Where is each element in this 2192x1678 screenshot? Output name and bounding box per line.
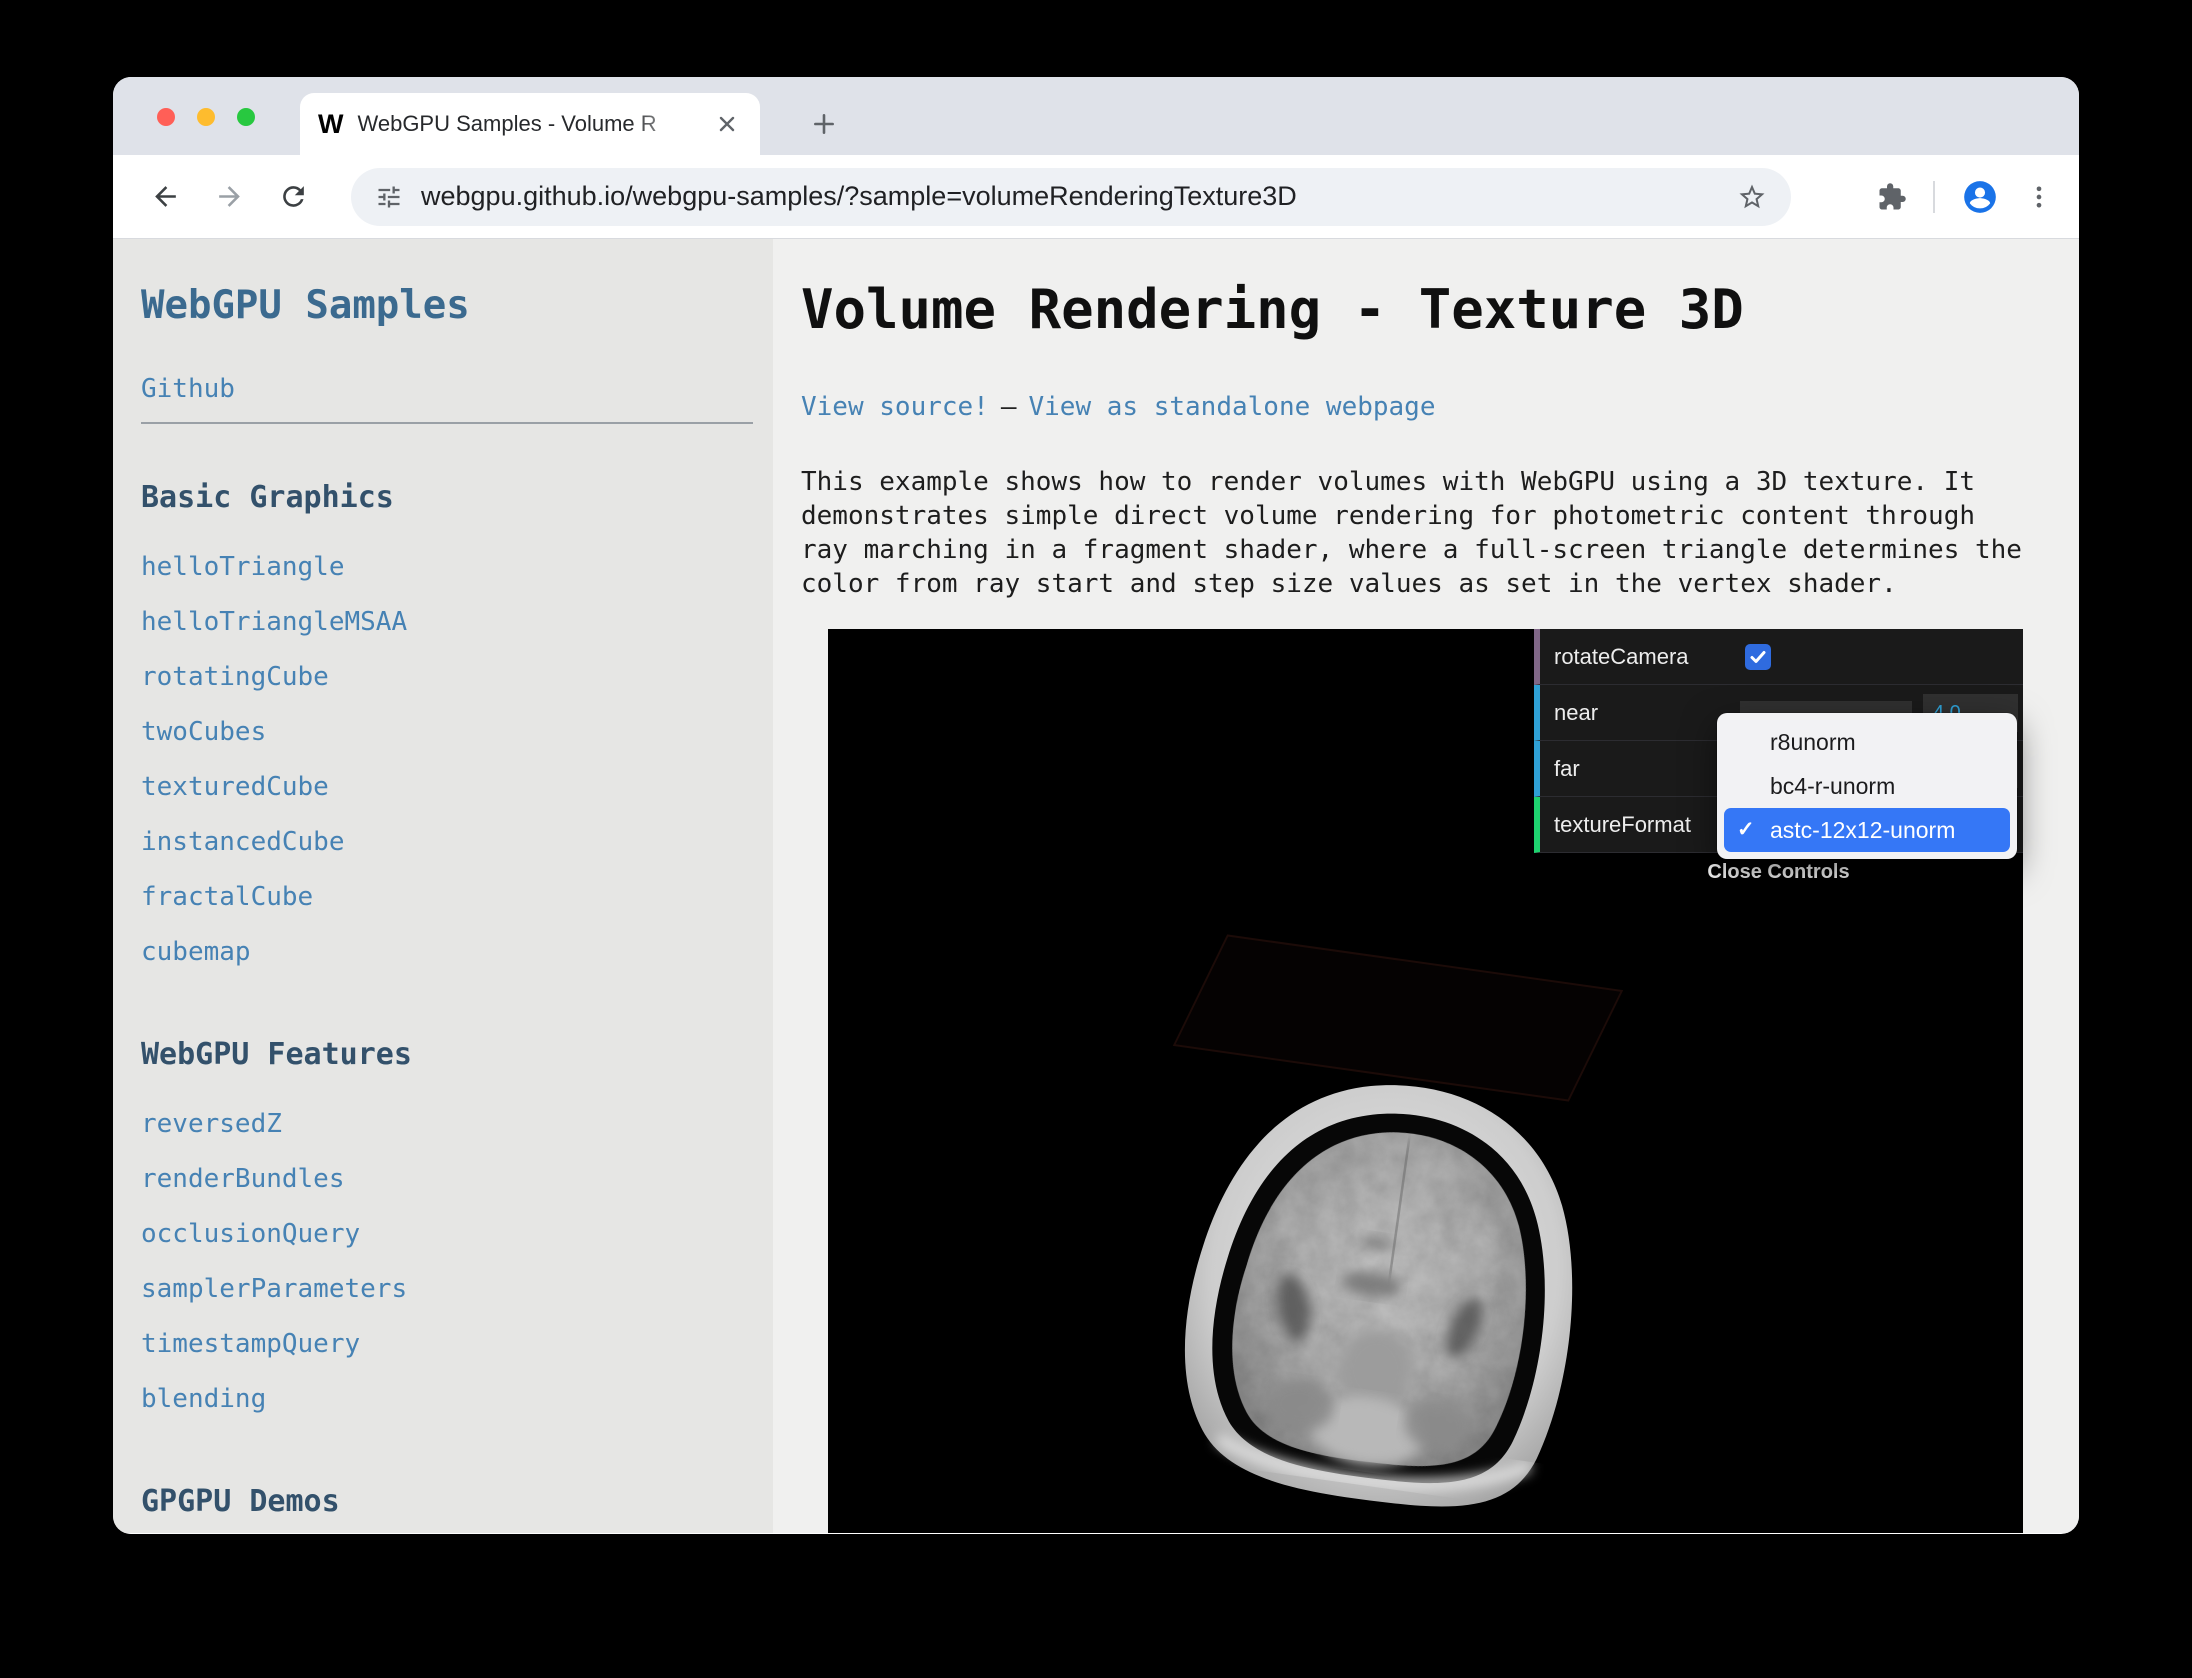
dropdown-option-r8unorm[interactable]: r8unorm [1724, 720, 2010, 764]
sample-list-webgpu-features: reversedZ renderBundles occlusionQuery s… [141, 1098, 753, 1428]
section-heading-gpgpu-demos: GPGPU Demos [141, 1484, 753, 1519]
bookmark-star-icon[interactable] [1737, 182, 1767, 212]
window-minimize-button[interactable] [197, 108, 215, 126]
list-item: rotatingCube [141, 651, 753, 706]
page-title: Volume Rendering - Texture 3D [801, 279, 2079, 341]
gui-label-near: near [1554, 685, 1598, 740]
window-close-button[interactable] [157, 108, 175, 126]
sidebar-link-cubemap[interactable]: cubemap [141, 937, 251, 967]
textureFormat-dropdown: r8unorm bc4-r-unorm ✓ astc-12x12-unorm [1717, 713, 2017, 859]
list-item: reversedZ [141, 1098, 753, 1153]
dropdown-option-bc4-r-unorm[interactable]: bc4-r-unorm [1724, 764, 2010, 808]
sidebar-link-blending[interactable]: blending [141, 1384, 266, 1414]
list-item: renderBundles [141, 1153, 753, 1208]
list-item: helloTriangle [141, 541, 753, 596]
sidebar-link-rotatingCube[interactable]: rotatingCube [141, 662, 329, 692]
list-item: instancedCube [141, 816, 753, 871]
new-tab-button[interactable] [803, 103, 845, 145]
list-item: cubemap [141, 926, 753, 981]
sidebar-link-texturedCube[interactable]: texturedCube [141, 772, 329, 802]
gui-label-rotateCamera: rotateCamera [1554, 629, 1689, 684]
list-item: helloTriangleMSAA [141, 596, 753, 651]
links-dash: — [1001, 392, 1017, 422]
traffic-lights [157, 108, 255, 126]
github-link[interactable]: Github [141, 374, 235, 404]
dropdown-option-astc-12x12-unorm[interactable]: ✓ astc-12x12-unorm [1724, 808, 2010, 852]
sidebar-link-samplerParameters[interactable]: samplerParameters [141, 1274, 407, 1304]
toolbar-right-cluster [1877, 178, 2053, 216]
url-text: webgpu.github.io/webgpu-samples/?sample=… [421, 181, 1719, 212]
checkmark-icon [1749, 648, 1767, 666]
window-zoom-button[interactable] [237, 108, 255, 126]
section-heading-basic-graphics: Basic Graphics [141, 480, 753, 515]
navigation-bar: webgpu.github.io/webgpu-samples/?sample=… [113, 155, 2079, 239]
sidebar-link-instancedCube[interactable]: instancedCube [141, 827, 345, 857]
dropdown-option-label: r8unorm [1770, 729, 1856, 755]
list-item: twoCubes [141, 706, 753, 761]
tab-strip: W WebGPU Samples - Volume R [113, 77, 2079, 155]
browser-window: W WebGPU Samples - Volume R webgpu.githu… [113, 77, 2079, 1534]
sidebar-link-twoCubes[interactable]: twoCubes [141, 717, 266, 747]
site-controls-tune-icon[interactable] [375, 183, 403, 211]
tab-close-icon[interactable] [712, 109, 742, 139]
sidebar-link-helloTriangleMSAA[interactable]: helloTriangleMSAA [141, 607, 407, 637]
extensions-puzzle-icon[interactable] [1877, 182, 1907, 212]
sidebar-link-occlusionQuery[interactable]: occlusionQuery [141, 1219, 360, 1249]
mri-volume-render [1127, 1011, 1659, 1533]
sidebar-link-renderBundles[interactable]: renderBundles [141, 1164, 345, 1194]
sidebar-link-reversedZ[interactable]: reversedZ [141, 1109, 282, 1139]
webgpu-favicon-icon: W [318, 111, 343, 138]
gui-label-textureFormat: textureFormat [1554, 797, 1691, 852]
sample-list-basic-graphics: helloTriangle helloTriangleMSAA rotating… [141, 541, 753, 981]
url-bar[interactable]: webgpu.github.io/webgpu-samples/?sample=… [351, 168, 1791, 226]
view-source-link[interactable]: View source! [801, 392, 989, 422]
browser-tab[interactable]: W WebGPU Samples - Volume R [300, 93, 760, 155]
gui-label-far: far [1554, 741, 1580, 796]
sample-description: This example shows how to render volumes… [801, 465, 2031, 601]
sidebar-link-helloTriangle[interactable]: helloTriangle [141, 552, 345, 582]
list-item: samplerParameters [141, 1263, 753, 1318]
tab-title: WebGPU Samples - Volume R [357, 111, 698, 137]
sidebar-link-timestampQuery[interactable]: timestampQuery [141, 1329, 360, 1359]
samples-sidebar: WebGPU Samples Github Basic Graphics hel… [113, 239, 773, 1533]
dropdown-option-label: astc-12x12-unorm [1770, 817, 1955, 843]
sidebar-link-fractalCube[interactable]: fractalCube [141, 882, 313, 912]
list-item: occlusionQuery [141, 1208, 753, 1263]
site-title: WebGPU Samples [141, 283, 753, 330]
rotateCamera-checkbox[interactable] [1745, 644, 1771, 670]
sample-main: Volume Rendering - Texture 3D View sourc… [773, 239, 2079, 1533]
profile-avatar-icon[interactable] [1961, 178, 1999, 216]
page-content: WebGPU Samples Github Basic Graphics hel… [113, 239, 2079, 1533]
sidebar-divider [141, 422, 753, 424]
section-heading-webgpu-features: WebGPU Features [141, 1037, 753, 1072]
sample-links-row: View source! — View as standalone webpage [801, 389, 2079, 425]
forward-button[interactable] [203, 171, 255, 223]
sample-canvas[interactable]: rotateCamera near 4.0 far [828, 629, 2023, 1533]
toolbar-separator [1933, 181, 1935, 213]
list-item: timestampQuery [141, 1318, 753, 1373]
back-button[interactable] [139, 171, 191, 223]
list-item: texturedCube [141, 761, 753, 816]
dropdown-option-label: bc4-r-unorm [1770, 773, 1895, 799]
gui-row-rotateCamera: rotateCamera [1534, 629, 2023, 685]
reload-button[interactable] [267, 171, 319, 223]
three-dot-menu-icon[interactable] [2025, 183, 2053, 211]
list-item: blending [141, 1373, 753, 1428]
standalone-link[interactable]: View as standalone webpage [1029, 392, 1436, 422]
selected-checkmark-icon: ✓ [1737, 808, 1755, 852]
list-item: fractalCube [141, 871, 753, 926]
